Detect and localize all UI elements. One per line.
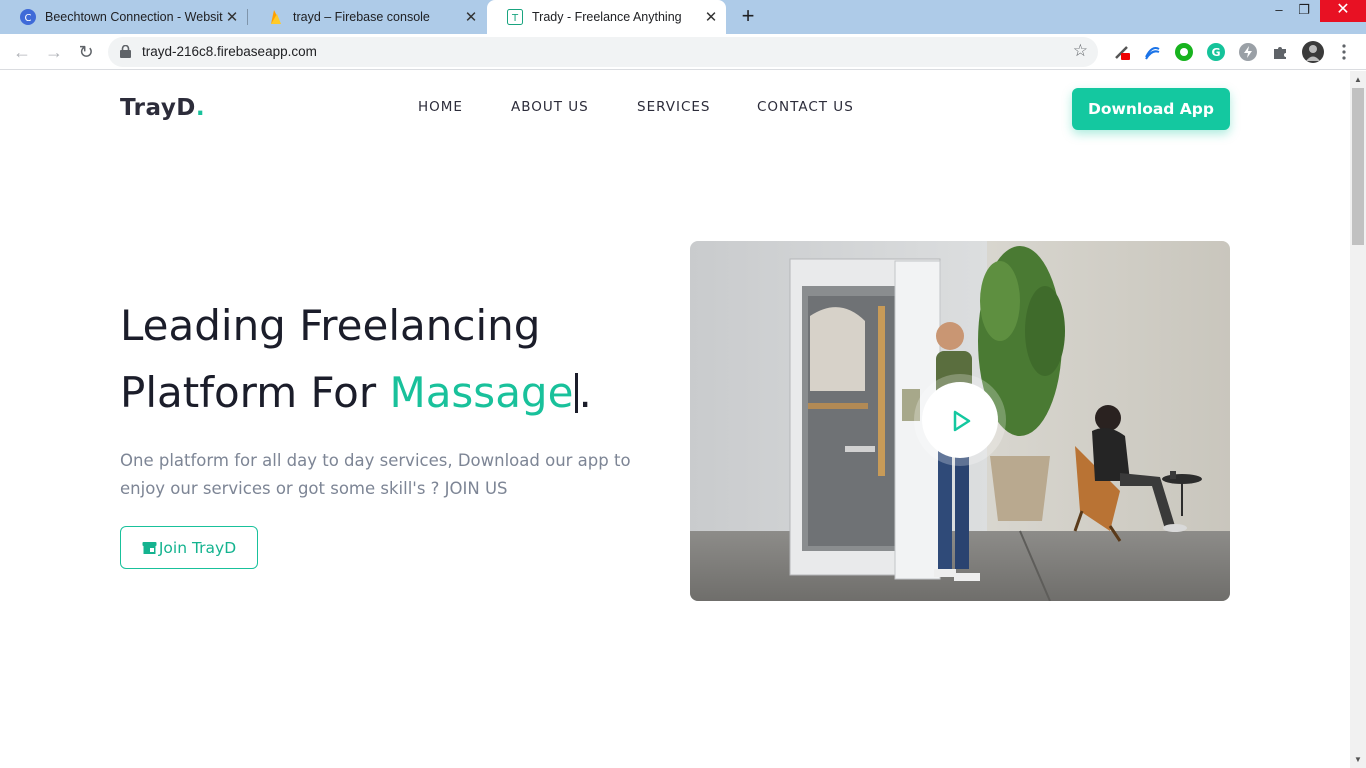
firebase-icon: [268, 9, 284, 25]
nav-about-us[interactable]: ABOUT US: [511, 99, 589, 115]
tab-trady[interactable]: T Trady - Freelance Anything ✕: [487, 0, 726, 34]
profile-avatar[interactable]: [1302, 41, 1324, 63]
browser-toolbar: ← → ↻ trayd-216c8.firebaseapp.com ☆ G: [0, 34, 1366, 70]
site-logo[interactable]: TrayD.: [120, 95, 205, 121]
close-tab-icon[interactable]: ✕: [702, 8, 720, 26]
tab-title: trayd – Firebase console: [293, 10, 430, 24]
tab-title: Trady - Freelance Anything: [532, 10, 682, 24]
pen-extension-icon[interactable]: [1113, 43, 1131, 61]
logo-dot: .: [195, 95, 206, 121]
hero-title-line2: Platform For Massage.: [120, 368, 592, 417]
tab-beechtown[interactable]: C Beechtown Connection - Website ✕: [0, 0, 247, 34]
back-button[interactable]: ←: [10, 40, 34, 64]
new-tab-button[interactable]: +: [737, 5, 759, 29]
logo-text: TrayD: [120, 95, 196, 121]
hero-title-line1: Leading Freelancing: [120, 301, 541, 350]
join-button-label: Join TrayD: [158, 538, 237, 557]
url-text: trayd-216c8.firebaseapp.com: [142, 44, 317, 59]
hero-video-thumbnail[interactable]: [690, 241, 1230, 601]
grammarly-icon[interactable]: G: [1207, 43, 1225, 61]
tab-title: Beechtown Connection - Website: [45, 10, 223, 24]
play-video-button[interactable]: [922, 382, 998, 458]
hero-title-highlight: Massage: [389, 368, 574, 417]
nav-home[interactable]: HOME: [418, 99, 463, 115]
bookmark-star-icon[interactable]: ☆: [1073, 41, 1088, 61]
t-square-icon: T: [507, 9, 523, 25]
hero-title-prefix: Platform For: [120, 368, 390, 417]
page-scrollbar[interactable]: ▲ ▼: [1350, 71, 1366, 768]
hero-description: One platform for all day to day services…: [120, 451, 631, 498]
bolt-extension-icon[interactable]: [1239, 43, 1257, 61]
menu-icon[interactable]: [1336, 43, 1352, 61]
store-icon: [142, 541, 157, 554]
play-icon: [953, 410, 971, 432]
download-app-button[interactable]: Download App: [1072, 88, 1230, 130]
svg-text:G: G: [1211, 46, 1220, 59]
forward-button[interactable]: →: [42, 40, 66, 64]
scroll-down-arrow-icon[interactable]: ▼: [1354, 755, 1362, 764]
restore-button[interactable]: ❐: [1287, 0, 1321, 22]
nav-services[interactable]: SERVICES: [637, 99, 710, 115]
wave-extension-icon[interactable]: [1143, 43, 1161, 61]
puzzle-icon[interactable]: [1271, 43, 1289, 61]
close-tab-icon[interactable]: ✕: [223, 8, 241, 26]
svg-text:C: C: [25, 13, 32, 24]
join-trayd-button[interactable]: Join TrayD: [120, 526, 258, 569]
hero-title-suffix: .: [578, 368, 592, 417]
close-tab-icon[interactable]: ✕: [462, 8, 480, 26]
scrollbar-thumb[interactable]: [1352, 88, 1364, 245]
tab-firebase[interactable]: trayd – Firebase console ✕: [248, 0, 486, 34]
tab-strip: C Beechtown Connection - Website ✕ trayd…: [0, 0, 1366, 34]
close-window-button[interactable]: ✕: [1320, 0, 1366, 22]
c-circle-icon: C: [20, 9, 36, 25]
svg-text:T: T: [511, 13, 519, 24]
scroll-up-arrow-icon[interactable]: ▲: [1354, 75, 1362, 84]
nav-contact-us[interactable]: CONTACT US: [757, 99, 854, 115]
reload-button[interactable]: ↻: [74, 40, 98, 64]
lock-icon: [120, 45, 131, 58]
address-bar[interactable]: trayd-216c8.firebaseapp.com ☆: [108, 37, 1098, 67]
web-page: TrayD. HOME ABOUT US SERVICES CONTACT US…: [0, 71, 1350, 768]
green-circle-extension-icon[interactable]: [1175, 43, 1193, 61]
